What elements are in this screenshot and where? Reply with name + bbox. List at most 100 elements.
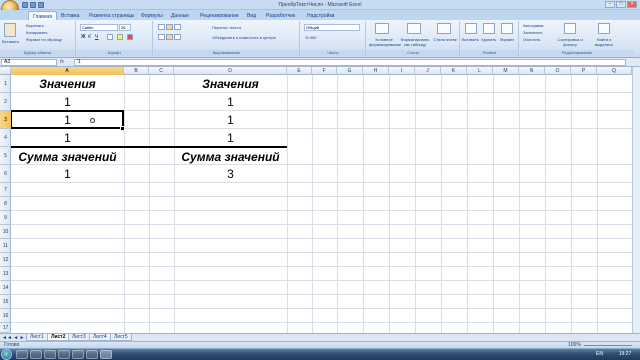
row-header-16[interactable]: 16 — [0, 309, 11, 323]
sort-filter-icon[interactable] — [564, 23, 576, 34]
column-header-k[interactable]: K — [441, 67, 467, 75]
wrap-text-button[interactable]: Перенос текста — [212, 25, 241, 30]
cell-a6[interactable]: 1 — [11, 167, 124, 181]
vertical-scrollbar[interactable] — [632, 67, 640, 333]
delete-cells-icon[interactable] — [483, 23, 495, 34]
fill-color-icon[interactable] — [117, 34, 123, 40]
column-header-d[interactable]: D — [174, 67, 287, 75]
save-icon[interactable] — [22, 2, 28, 8]
sort-filter-button[interactable]: Сортировка и фильтр — [556, 37, 584, 47]
tab-developer[interactable]: Разработчик — [262, 11, 299, 20]
cut-button[interactable]: Вырезать — [26, 23, 44, 28]
column-header-c[interactable]: C — [149, 67, 174, 75]
tab-formulas[interactable]: Формулы — [137, 11, 167, 20]
sheet-tab-1[interactable]: Лист1 — [26, 334, 48, 341]
tab-addins[interactable]: Надстройки — [303, 11, 338, 20]
insert-cells-icon[interactable] — [465, 23, 477, 34]
column-header-q[interactable]: Q — [597, 67, 632, 75]
column-header-l[interactable]: L — [467, 67, 493, 75]
copy-button[interactable]: Копировать — [26, 30, 48, 35]
insert-cells-button[interactable]: Вставить — [462, 37, 479, 42]
sheet-tab-2[interactable]: Лист2 — [47, 334, 70, 341]
underline-button[interactable]: Ч — [95, 34, 98, 40]
clear-button[interactable]: Очистить — [523, 37, 540, 42]
delete-cells-button[interactable]: Удалить — [481, 37, 496, 42]
font-name-select[interactable]: Calibri — [80, 24, 118, 31]
column-header-n[interactable]: N — [519, 67, 545, 75]
cell-styles-icon[interactable] — [437, 23, 451, 34]
column-header-a[interactable]: A — [11, 67, 124, 75]
cell-a2[interactable]: 1 — [11, 95, 124, 109]
column-header-h[interactable]: H — [363, 67, 389, 75]
column-header-o[interactable]: O — [545, 67, 571, 75]
cell-d4[interactable]: 1 — [174, 131, 287, 145]
row-header-12[interactable]: 12 — [0, 253, 11, 267]
undo-icon[interactable] — [30, 2, 36, 8]
currency-button[interactable]: % 000 — [305, 35, 316, 40]
italic-button[interactable]: К — [88, 34, 91, 40]
row-header-17[interactable]: 17 — [0, 323, 11, 333]
row-header-11[interactable]: 11 — [0, 239, 11, 253]
column-header-j[interactable]: J — [415, 67, 441, 75]
format-cells-button[interactable]: Формат — [500, 37, 514, 42]
select-all-corner[interactable] — [0, 67, 11, 75]
merge-center-button[interactable]: Объединить и поместить в центре — [212, 35, 276, 40]
sheet-tab-4[interactable]: Лист4 — [89, 334, 111, 341]
taskbar-ie-icon[interactable] — [16, 350, 28, 359]
cell-d5[interactable]: Сумма значений — [174, 150, 287, 164]
autosum-button[interactable]: Автосумма — [523, 23, 543, 28]
taskbar-explorer-icon[interactable] — [30, 350, 42, 359]
row-header-8[interactable]: 8 — [0, 197, 11, 211]
taskbar-app-icon[interactable] — [72, 350, 84, 359]
tab-insert[interactable]: Вставка — [57, 11, 84, 20]
format-cells-icon[interactable] — [501, 23, 513, 34]
row-header-5[interactable]: 5 — [0, 147, 11, 165]
taskbar-excel-icon[interactable] — [100, 350, 112, 359]
close-button[interactable]: × — [627, 1, 637, 8]
font-color-icon[interactable] — [127, 34, 133, 40]
tab-page-layout[interactable]: Разметка страницы — [85, 11, 138, 20]
row-header-4[interactable]: 4 — [0, 129, 11, 147]
fx-icon[interactable]: fx — [60, 59, 72, 66]
language-indicator[interactable]: EN — [596, 350, 603, 359]
number-format-select[interactable]: Общий — [304, 24, 360, 31]
name-box[interactable]: A3 — [1, 59, 57, 66]
taskbar-media-icon[interactable] — [44, 350, 56, 359]
cell-d1[interactable]: Значения — [174, 77, 287, 91]
formula-input[interactable]: '1 — [74, 59, 626, 66]
redo-icon[interactable] — [38, 2, 44, 8]
align-bottom-icon[interactable] — [174, 24, 181, 30]
taskbar-app-icon[interactable] — [86, 350, 98, 359]
find-select-button[interactable]: Найти и выделить — [588, 37, 620, 47]
tab-data[interactable]: Данные — [167, 11, 193, 20]
paste-icon[interactable] — [4, 23, 16, 37]
conditional-format-button[interactable]: Условное форматирование — [369, 37, 401, 47]
start-button[interactable] — [1, 349, 12, 360]
sheet-tab-3[interactable]: Лист3 — [68, 334, 90, 341]
column-header-g[interactable]: G — [337, 67, 363, 75]
column-header-p[interactable]: P — [571, 67, 597, 75]
fill-button[interactable]: Заполнить — [523, 30, 543, 35]
row-header-13[interactable]: 13 — [0, 267, 11, 281]
column-header-e[interactable]: E — [287, 67, 312, 75]
column-header-i[interactable]: I — [389, 67, 415, 75]
row-header-1[interactable]: 1 — [0, 75, 11, 93]
clock[interactable]: 19:27 — [612, 350, 638, 359]
cell-a1[interactable]: Значения — [11, 77, 124, 91]
format-painter-button[interactable]: Формат по образцу — [26, 37, 62, 42]
cell-d2[interactable]: 1 — [174, 95, 287, 109]
zoom-slider[interactable] — [584, 345, 632, 346]
align-right-icon[interactable] — [174, 34, 181, 40]
borders-icon[interactable] — [107, 34, 113, 40]
taskbar-app-icon[interactable] — [58, 350, 70, 359]
bold-button[interactable]: Ж — [81, 34, 86, 40]
column-header-b[interactable]: B — [124, 67, 149, 75]
cell-grid[interactable]: Значения Значения 1 1 1 1 1 1 Сумма знач… — [11, 75, 632, 333]
align-left-icon[interactable] — [158, 34, 165, 40]
find-select-icon[interactable] — [598, 23, 610, 34]
row-header-10[interactable]: 10 — [0, 225, 11, 239]
tab-home[interactable]: Главная — [28, 11, 58, 20]
row-header-7[interactable]: 7 — [0, 183, 11, 197]
conditional-format-icon[interactable] — [375, 23, 389, 34]
format-table-button[interactable]: Форматировать как таблицу — [399, 37, 431, 47]
